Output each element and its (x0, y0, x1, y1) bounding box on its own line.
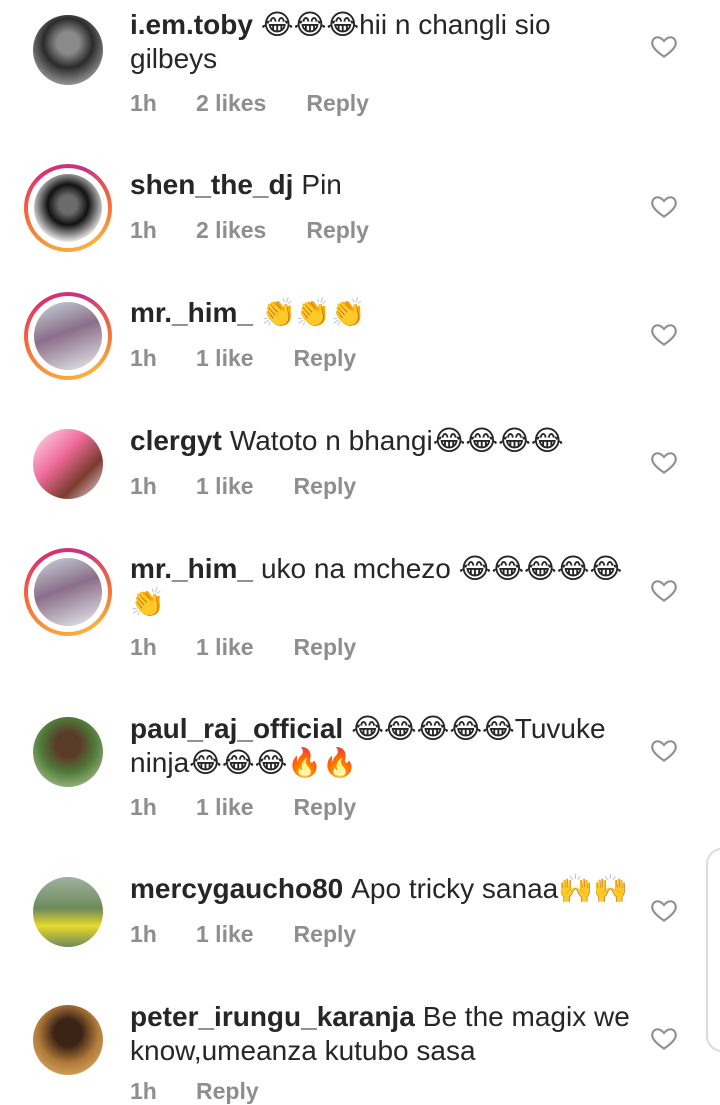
comment-time: 1h (130, 794, 157, 820)
avatar[interactable] (24, 548, 112, 636)
avatar-image (33, 429, 103, 499)
comment-likes[interactable]: 1 like (196, 794, 254, 821)
comment-username[interactable]: clergyt (130, 425, 222, 456)
comment-text: peter_irungu_karanja Be the magix we know… (130, 1000, 630, 1068)
reply-button[interactable]: Reply (306, 90, 369, 117)
avatar[interactable] (24, 6, 112, 94)
comment-body: 👏👏👏 (260, 297, 366, 328)
comment-likes[interactable]: 2 likes (196, 90, 266, 117)
avatar-image (34, 302, 102, 370)
comment-body: Watoto n bhangi😂😂😂😂 (229, 425, 564, 456)
comment-text: paul_raj_official 😂😂😂😂😂Tuvuke ninja😂😂😂🔥🔥 (130, 712, 630, 780)
comment-username[interactable]: peter_irungu_karanja (130, 1001, 415, 1032)
avatar[interactable] (24, 420, 112, 508)
reply-button[interactable]: Reply (306, 217, 369, 244)
heart-outline-icon[interactable] (650, 192, 678, 220)
comment-time: 1h (130, 921, 157, 947)
comment-text: mercygaucho80 Apo tricky sanaa🙌🙌 (130, 872, 630, 906)
comment-likes[interactable]: 1 like (196, 634, 254, 661)
avatar-image (33, 717, 103, 787)
comment-body: Pin (301, 169, 342, 200)
reply-button[interactable]: Reply (294, 345, 357, 372)
reply-button[interactable]: Reply (196, 1078, 259, 1105)
heart-outline-icon[interactable] (650, 320, 678, 348)
comment-likes[interactable]: 2 likes (196, 217, 266, 244)
reply-button[interactable]: Reply (294, 473, 357, 500)
comment-meta: 1h 1 like Reply (130, 634, 356, 661)
avatar[interactable] (24, 292, 112, 380)
comment-meta: 1h Reply (130, 1078, 259, 1105)
avatar[interactable] (24, 868, 112, 956)
heart-outline-icon[interactable] (650, 448, 678, 476)
comment-text: mr._him_ uko na mchezo 😂😂😂😂😂👏 (130, 552, 630, 620)
heart-outline-icon[interactable] (650, 32, 678, 60)
avatar-image (33, 15, 103, 85)
avatar-image (34, 174, 102, 242)
comment-username[interactable]: i.em.toby (130, 9, 253, 40)
comment-meta: 1h 1 like Reply (130, 921, 356, 948)
heart-outline-icon[interactable] (650, 1024, 678, 1052)
comment-body: Apo tricky sanaa🙌🙌 (351, 873, 628, 904)
heart-outline-icon[interactable] (650, 896, 678, 924)
comment-likes[interactable]: 1 like (196, 345, 254, 372)
comment-meta: 1h 1 like Reply (130, 794, 356, 821)
reply-button[interactable]: Reply (294, 794, 357, 821)
avatar-image (33, 1005, 103, 1075)
comment-time: 1h (130, 1078, 157, 1104)
avatar-image (34, 558, 102, 626)
heart-outline-icon[interactable] (650, 736, 678, 764)
comment-username[interactable]: paul_raj_official (130, 713, 343, 744)
comment-text: clergyt Watoto n bhangi😂😂😂😂 (130, 424, 630, 458)
comment-time: 1h (130, 90, 157, 116)
comment-time: 1h (130, 473, 157, 499)
comment-time: 1h (130, 634, 157, 660)
comment-username[interactable]: mr._him_ (130, 553, 253, 584)
heart-outline-icon[interactable] (650, 576, 678, 604)
comment-text: i.em.toby 😂😂😂hii n changli sio gilbeys (130, 8, 630, 76)
comment-username[interactable]: mercygaucho80 (130, 873, 343, 904)
comment-likes[interactable]: 1 like (196, 473, 254, 500)
comment-username[interactable]: mr._him_ (130, 297, 253, 328)
floating-edge-panel[interactable] (706, 848, 720, 1052)
avatar[interactable] (24, 708, 112, 796)
comment-text: shen_the_dj Pin (130, 168, 630, 202)
comment-time: 1h (130, 345, 157, 371)
reply-button[interactable]: Reply (294, 634, 357, 661)
reply-button[interactable]: Reply (294, 921, 357, 948)
comment-meta: 1h 2 likes Reply (130, 217, 369, 244)
comment-meta: 1h 1 like Reply (130, 345, 356, 372)
comment-meta: 1h 1 like Reply (130, 473, 356, 500)
comment-text: mr._him_ 👏👏👏 (130, 296, 630, 330)
avatar[interactable] (24, 996, 112, 1084)
comment-username[interactable]: shen_the_dj (130, 169, 293, 200)
avatar[interactable] (24, 164, 112, 252)
comment-likes[interactable]: 1 like (196, 921, 254, 948)
comment-meta: 1h 2 likes Reply (130, 90, 369, 117)
avatar-image (33, 877, 103, 947)
comment-time: 1h (130, 217, 157, 243)
